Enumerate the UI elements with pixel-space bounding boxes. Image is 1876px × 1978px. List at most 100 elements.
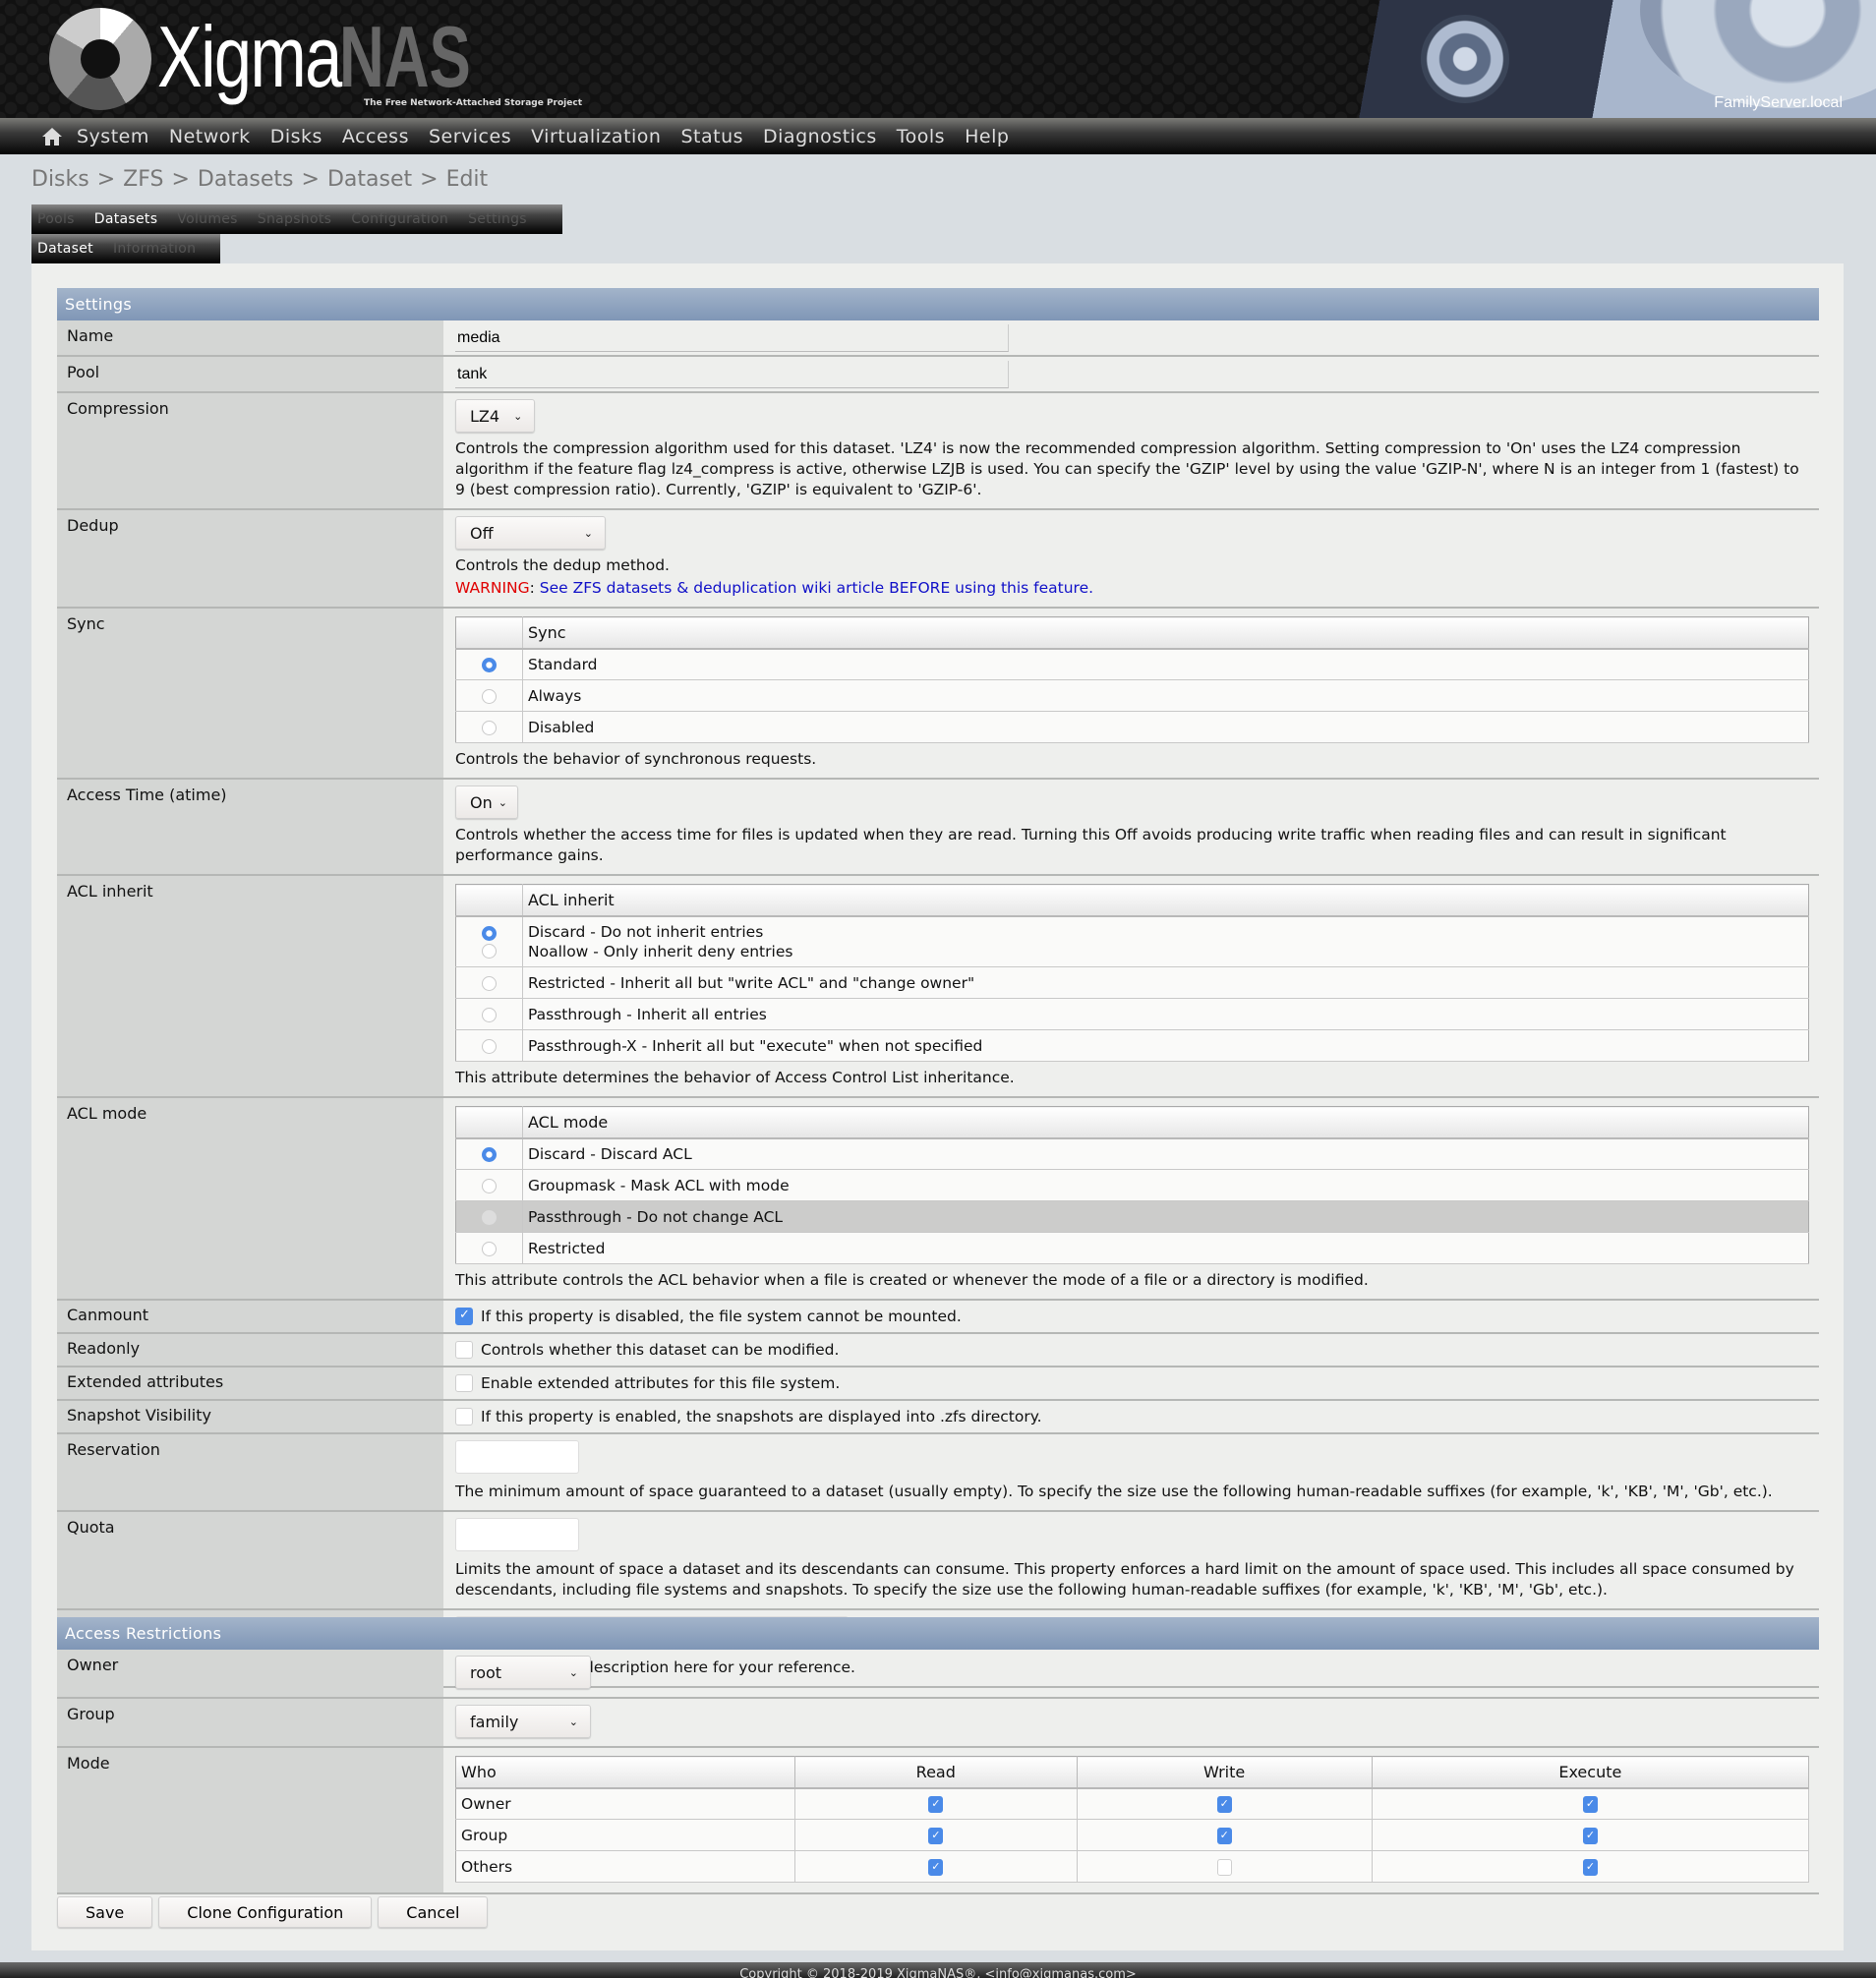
tab-settings[interactable]: Settings: [468, 211, 527, 227]
group-read-checkbox[interactable]: [928, 1827, 944, 1844]
owner-read-checkbox[interactable]: [928, 1795, 944, 1813]
aclinherit-option-row[interactable]: Restricted - Inherit all but "write ACL"…: [455, 966, 1809, 999]
group-value: family: [470, 1712, 519, 1731]
aclinherit-discard-radio[interactable]: [482, 925, 497, 941]
tab-dataset[interactable]: Dataset: [37, 241, 93, 257]
aclinherit-option-row[interactable]: Passthrough-X - Inherit all but "execute…: [455, 1029, 1809, 1062]
mode-row: Mode Who Read Write Execute Owner ✓ ✓ ✓ …: [57, 1748, 1819, 1894]
group-select[interactable]: family ⌄: [455, 1705, 591, 1738]
nav-system[interactable]: System: [77, 126, 149, 147]
aclmode-discard-radio[interactable]: [482, 1146, 497, 1162]
nav-help[interactable]: Help: [965, 126, 1009, 147]
home-icon[interactable]: [39, 126, 65, 147]
xigmanas-logo[interactable]: Xigma NAS The Free Network-Attached Stor…: [49, 8, 582, 110]
clone-configuration-button[interactable]: Clone Configuration: [158, 1896, 373, 1928]
sync-standard-radio[interactable]: [482, 657, 497, 672]
tab-configuration[interactable]: Configuration: [351, 211, 448, 227]
dedup-label: Dedup: [57, 510, 443, 607]
sync-option-row[interactable]: Standard: [455, 648, 1809, 680]
snapdir-label: Snapshot Visibility: [57, 1401, 443, 1432]
owner-select[interactable]: root ⌄: [455, 1656, 591, 1689]
sync-always-radio[interactable]: [482, 688, 497, 704]
nav-services[interactable]: Services: [429, 126, 511, 147]
quota-input[interactable]: [455, 1518, 579, 1551]
quota-row: Quota Limits the amount of space a datas…: [57, 1512, 1819, 1610]
owner-write-checkbox[interactable]: [1216, 1795, 1232, 1813]
dedup-wiki-link[interactable]: See ZFS datasets & deduplication wiki ar…: [540, 579, 1093, 597]
group-write-checkbox[interactable]: [1216, 1827, 1232, 1844]
dedup-description: Controls the dedup method.: [455, 556, 670, 574]
aclmode-option-label: Passthrough - Do not change ACL: [522, 1200, 1809, 1233]
sync-disabled-radio[interactable]: [482, 720, 497, 735]
aclmode-passthrough-radio[interactable]: [482, 1209, 497, 1225]
breadcrumb: Disks > ZFS > Datasets > Dataset > Edit: [31, 167, 488, 192]
table-row: Group: [455, 1819, 1810, 1851]
xattr-text: Enable extended attributes for this file…: [481, 1374, 841, 1392]
save-button[interactable]: Save: [57, 1896, 153, 1928]
aclinherit-option-row[interactable]: Discard - Do not inherit entries Noallow …: [455, 915, 1809, 967]
nav-virtualization[interactable]: Virtualization: [531, 126, 661, 147]
canmount-checkbox[interactable]: [455, 1308, 473, 1325]
atime-select[interactable]: On ⌄: [455, 785, 518, 819]
nav-disks[interactable]: Disks: [270, 126, 322, 147]
name-input[interactable]: [455, 324, 1009, 352]
xattr-checkbox[interactable]: [455, 1374, 473, 1392]
aclinherit-restricted-radio[interactable]: [482, 975, 497, 991]
aclinherit-option-label: Discard - Do not inherit entries: [528, 922, 764, 941]
breadcrumb-disks[interactable]: Disks: [31, 167, 89, 192]
readonly-label: Readonly: [57, 1334, 443, 1366]
aclinherit-option-row[interactable]: Passthrough - Inherit all entries: [455, 998, 1809, 1030]
dedup-warning: WARNING: See ZFS datasets & deduplicatio…: [455, 578, 1809, 599]
atime-description: Controls whether the access time for fil…: [455, 826, 1727, 864]
others-write-checkbox[interactable]: [1216, 1858, 1232, 1876]
aclinherit-passthrough-x-radio[interactable]: [482, 1038, 497, 1054]
cancel-button[interactable]: Cancel: [378, 1896, 489, 1928]
aclinherit-noallow-radio[interactable]: [482, 943, 497, 959]
nav-diagnostics[interactable]: Diagnostics: [763, 126, 877, 147]
sync-option-row[interactable]: Always: [455, 679, 1809, 712]
sync-option-row[interactable]: Disabled: [455, 711, 1809, 743]
compression-select[interactable]: LZ4 ⌄: [455, 399, 536, 433]
aclmode-option-row-hovered[interactable]: Passthrough - Do not change ACL: [455, 1200, 1809, 1233]
nav-tools[interactable]: Tools: [897, 126, 945, 147]
aclmode-option-row[interactable]: Restricted: [455, 1232, 1809, 1264]
who-owner: Owner: [455, 1787, 795, 1820]
sync-row: Sync Sync Standard Always Disabled Contr…: [57, 609, 1819, 780]
aclmode-groupmask-radio[interactable]: [482, 1178, 497, 1193]
others-read-checkbox[interactable]: [928, 1858, 944, 1876]
dedup-select[interactable]: Off ⌄: [455, 516, 606, 550]
pool-input[interactable]: [455, 361, 1009, 388]
breadcrumb-dataset[interactable]: Dataset: [327, 167, 412, 192]
snapdir-checkbox[interactable]: [455, 1408, 473, 1425]
readonly-checkbox[interactable]: [455, 1341, 473, 1359]
aclinherit-passthrough-radio[interactable]: [482, 1007, 497, 1022]
nav-status[interactable]: Status: [680, 126, 743, 147]
tab-volumes[interactable]: Volumes: [177, 211, 237, 227]
owner-row: Owner root ⌄: [57, 1650, 1819, 1699]
owner-execute-checkbox[interactable]: [1582, 1795, 1598, 1813]
sync-option-label: Always: [522, 679, 1809, 712]
aclmode-option-row[interactable]: Discard - Discard ACL: [455, 1137, 1809, 1170]
owner-value: root: [470, 1662, 502, 1682]
aclinherit-option-label: Passthrough - Inherit all entries: [522, 998, 1809, 1030]
aclmode-restricted-radio[interactable]: [482, 1241, 497, 1256]
breadcrumb-zfs[interactable]: ZFS: [123, 167, 163, 192]
tab-datasets[interactable]: Datasets: [94, 211, 158, 227]
tab-snapshots[interactable]: Snapshots: [258, 211, 331, 227]
tab-pools[interactable]: Pools: [37, 211, 75, 227]
table-row: Owner: [455, 1787, 1810, 1820]
primary-tabs: Pools Datasets Volumes Snapshots Configu…: [31, 204, 562, 234]
col-execute: Execute: [1372, 1756, 1810, 1789]
reservation-input[interactable]: [455, 1440, 579, 1474]
tab-information[interactable]: Information: [113, 241, 196, 257]
nav-access[interactable]: Access: [342, 126, 409, 147]
permissions-table: Who Read Write Execute Owner Group: [455, 1756, 1810, 1883]
others-execute-checkbox[interactable]: [1582, 1858, 1598, 1876]
group-execute-checkbox[interactable]: [1582, 1827, 1598, 1844]
access-restrictions-section: Access Restrictions Owner root ⌄ Group fa…: [57, 1617, 1819, 1894]
aclmode-option-row[interactable]: Groupmask - Mask ACL with mode: [455, 1169, 1809, 1201]
name-label: Name: [57, 320, 443, 355]
disk-spindle-image: [1421, 15, 1509, 103]
nav-network[interactable]: Network: [169, 126, 251, 147]
breadcrumb-datasets[interactable]: Datasets: [198, 167, 294, 192]
